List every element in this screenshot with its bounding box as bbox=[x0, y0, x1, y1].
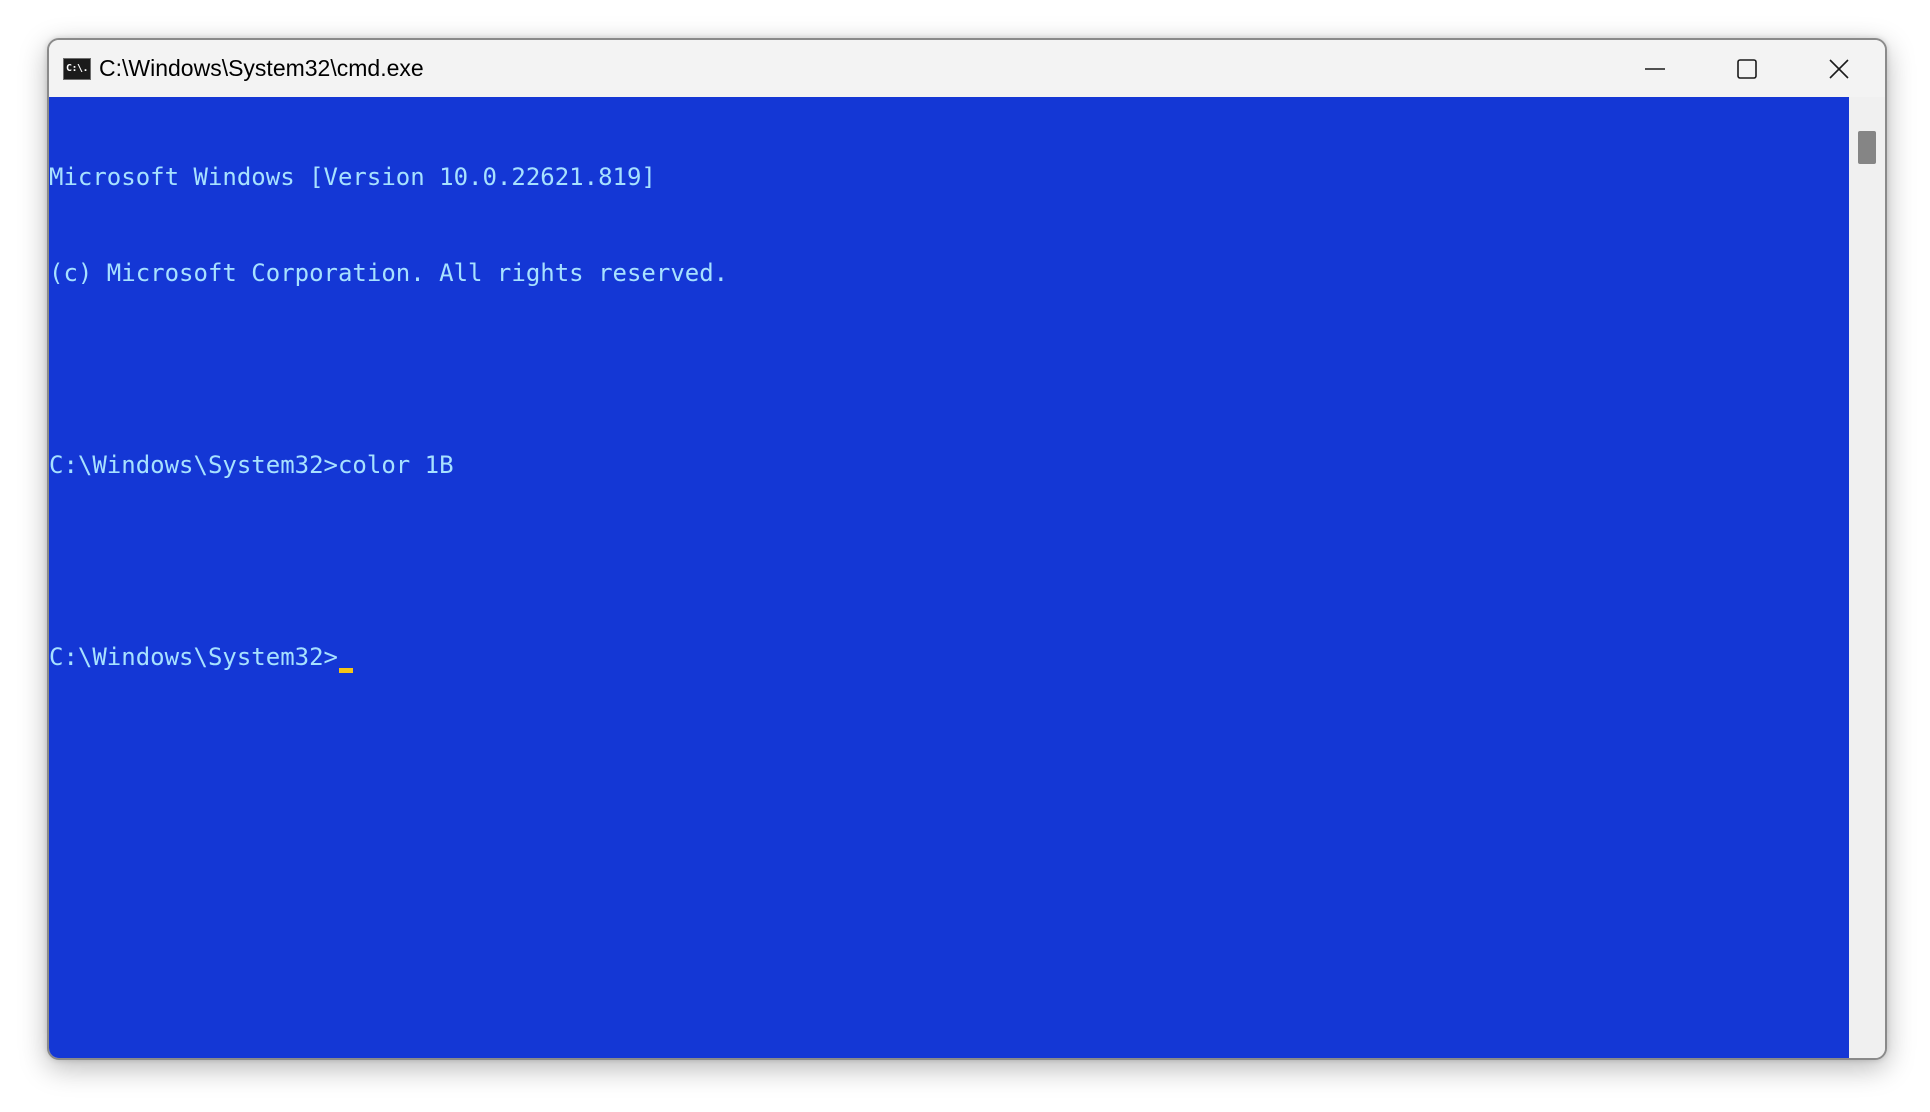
close-button[interactable] bbox=[1793, 40, 1885, 97]
title-bar[interactable]: C:\. C:\Windows\System32\cmd.exe bbox=[49, 40, 1885, 97]
cmd-window: C:\. C:\Windows\System32\cmd.exe Microso… bbox=[47, 38, 1887, 1060]
console-output[interactable]: Microsoft Windows [Version 10.0.22621.81… bbox=[49, 97, 1849, 1058]
caption-buttons bbox=[1609, 40, 1885, 97]
console-line-version: Microsoft Windows [Version 10.0.22621.81… bbox=[49, 163, 656, 191]
minimize-button[interactable] bbox=[1609, 40, 1701, 97]
prompt-text: C:\Windows\System32> bbox=[49, 643, 338, 671]
maximize-icon bbox=[1736, 58, 1758, 80]
maximize-button[interactable] bbox=[1701, 40, 1793, 97]
vertical-scrollbar[interactable] bbox=[1849, 97, 1885, 1058]
console-line-prompt[interactable]: C:\Windows\System32> bbox=[49, 641, 1849, 673]
close-icon bbox=[1828, 58, 1850, 80]
cmd-icon-glyph: C:\. bbox=[66, 62, 89, 74]
scrollbar-thumb[interactable] bbox=[1858, 131, 1876, 164]
console-line-command: C:\Windows\System32>color 1B bbox=[49, 451, 454, 479]
minimize-icon bbox=[1644, 58, 1666, 80]
window-title: C:\Windows\System32\cmd.exe bbox=[99, 55, 424, 81]
text-cursor bbox=[338, 668, 353, 673]
console-line-copyright: (c) Microsoft Corporation. All rights re… bbox=[49, 259, 729, 287]
cmd-icon[interactable]: C:\. bbox=[63, 57, 91, 80]
